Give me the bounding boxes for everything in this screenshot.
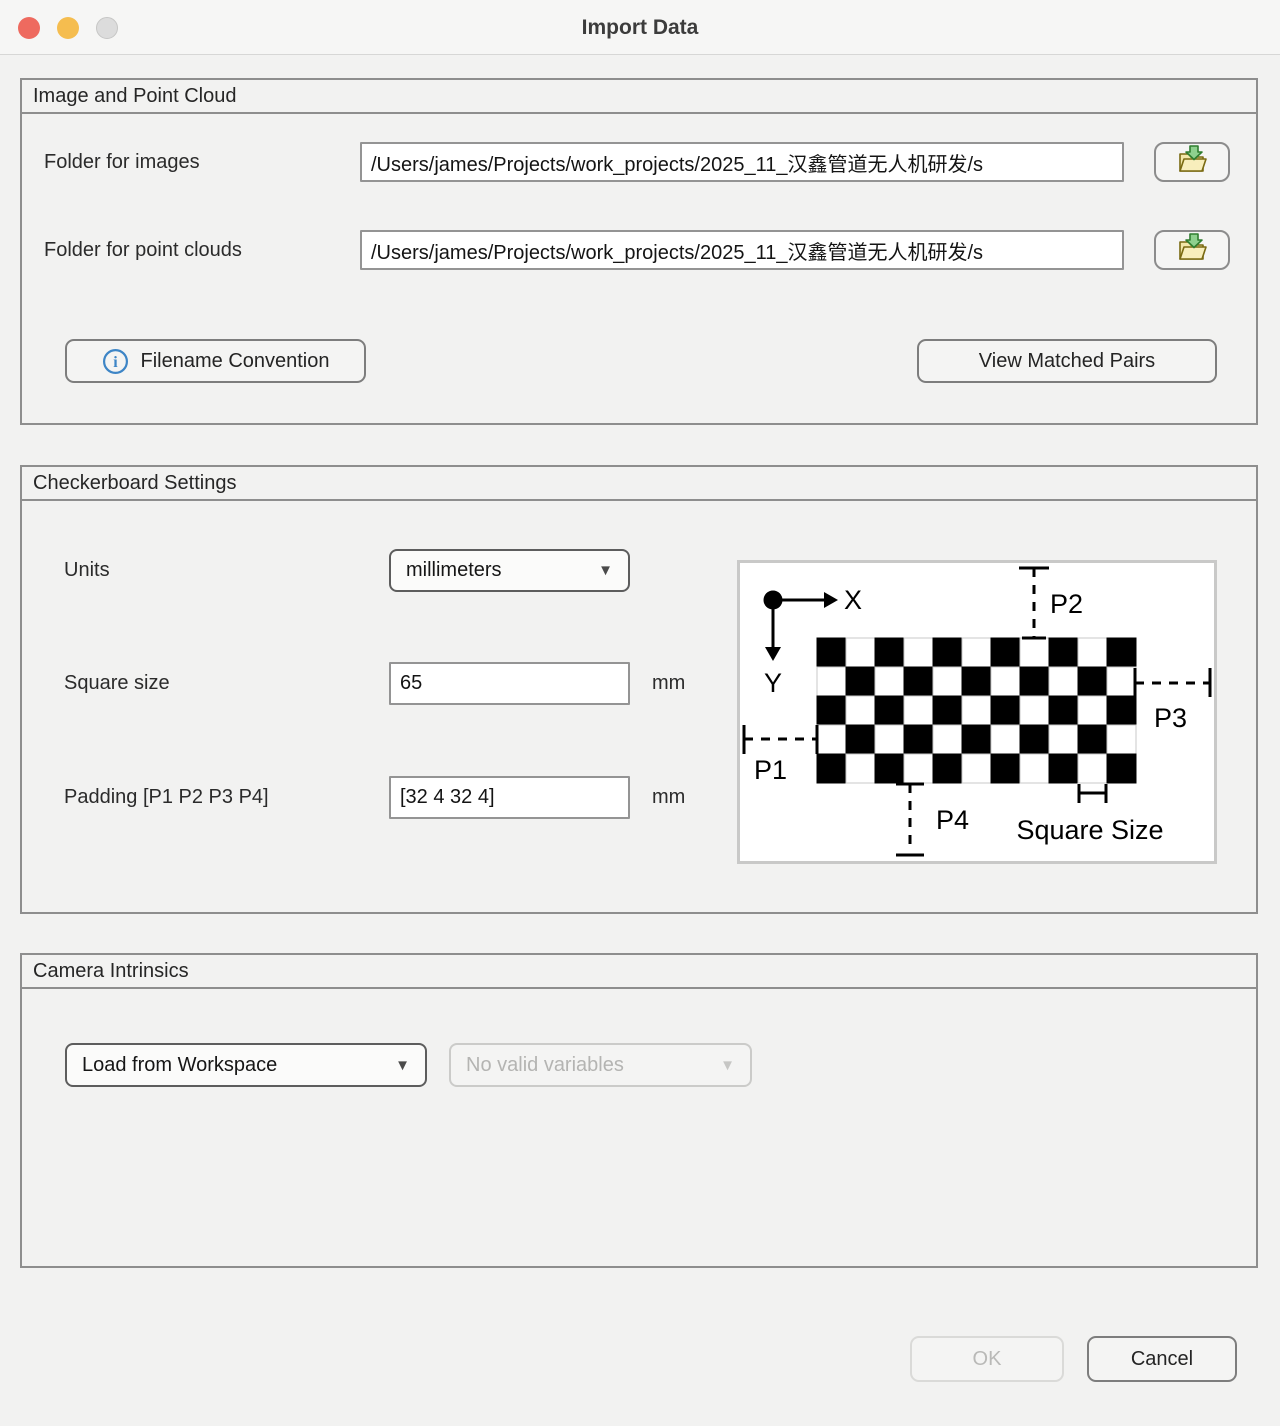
view-matched-pairs-button[interactable]: View Matched Pairs	[917, 339, 1217, 383]
square-size-diagram-label: Square Size	[1016, 815, 1163, 845]
cancel-button[interactable]: Cancel	[1087, 1336, 1237, 1382]
square-size-label: Square size	[64, 662, 170, 705]
section-image-and-point-cloud: Image and Point Cloud Folder for images …	[20, 78, 1258, 425]
x-axis-label: X	[844, 585, 862, 615]
padding-label: Padding [P1 P2 P3 P4]	[64, 776, 269, 819]
folder-for-point-clouds-label: Folder for point clouds	[44, 230, 242, 270]
p4-label: P4	[936, 805, 969, 835]
units-label: Units	[64, 549, 110, 592]
folder-for-point-clouds-input[interactable]	[360, 230, 1124, 270]
intrinsics-source-value: Load from Workspace	[82, 1054, 277, 1077]
padding-input[interactable]	[389, 776, 630, 819]
browse-point-clouds-folder-button[interactable]	[1154, 230, 1230, 270]
cancel-label: Cancel	[1131, 1348, 1193, 1371]
footer: OK Cancel	[0, 1336, 1280, 1382]
folder-for-images-input[interactable]	[360, 142, 1124, 182]
chevron-down-icon: ▼	[720, 1057, 735, 1074]
section-title: Image and Point Cloud	[22, 80, 1256, 114]
browse-images-folder-button[interactable]	[1154, 142, 1230, 182]
section-title: Camera Intrinsics	[22, 955, 1256, 989]
units-dropdown[interactable]: millimeters ▼	[389, 549, 630, 592]
open-folder-icon	[1175, 144, 1209, 180]
checkerboard-pattern	[817, 638, 1136, 783]
y-axis-label: Y	[764, 668, 782, 698]
padding-unit: mm	[652, 776, 685, 819]
ok-label: OK	[973, 1348, 1002, 1371]
p3-label: P3	[1154, 703, 1187, 733]
checkerboard-diagram-svg: X Y P2 P3 P1 P4	[740, 563, 1214, 861]
ok-button: OK	[910, 1336, 1064, 1382]
window-title: Import Data	[0, 0, 1280, 55]
square-size-unit: mm	[652, 662, 685, 705]
intrinsics-variable-dropdown: No valid variables ▼	[449, 1043, 752, 1087]
section-checkerboard-settings: Checkerboard Settings Units millimeters …	[20, 465, 1258, 914]
info-icon: i	[102, 348, 129, 375]
square-size-input[interactable]	[389, 662, 630, 705]
chevron-down-icon: ▼	[395, 1057, 410, 1074]
title-bar: Import Data	[0, 0, 1280, 55]
chevron-down-icon: ▼	[598, 562, 613, 579]
units-value: millimeters	[406, 559, 502, 582]
p2-label: P2	[1050, 589, 1083, 619]
p1-label: P1	[754, 755, 787, 785]
checkerboard-diagram: X Y P2 P3 P1 P4	[737, 560, 1217, 864]
view-matched-pairs-label: View Matched Pairs	[979, 350, 1155, 373]
section-camera-intrinsics: Camera Intrinsics Load from Workspace ▼ …	[20, 953, 1258, 1268]
folder-for-images-label: Folder for images	[44, 142, 200, 182]
intrinsics-variable-value: No valid variables	[466, 1054, 624, 1077]
svg-text:i: i	[113, 354, 118, 371]
filename-convention-label: Filename Convention	[141, 350, 330, 373]
intrinsics-source-dropdown[interactable]: Load from Workspace ▼	[65, 1043, 427, 1087]
filename-convention-button[interactable]: i Filename Convention	[65, 339, 366, 383]
section-title: Checkerboard Settings	[22, 467, 1256, 501]
open-folder-icon	[1175, 232, 1209, 268]
